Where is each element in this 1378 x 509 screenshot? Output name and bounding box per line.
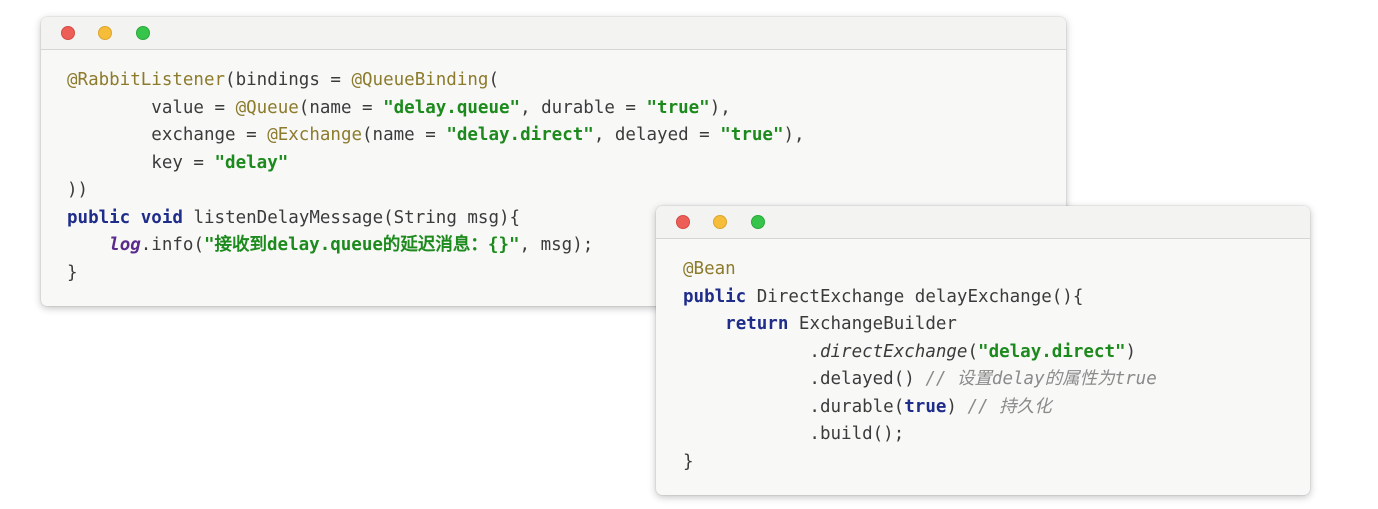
code-token: @QueueBinding <box>351 70 489 90</box>
window-titlebar <box>41 17 1066 50</box>
code-token: @Queue <box>235 97 299 118</box>
code-block: @Bean public DirectExchange delayExchange… <box>683 256 1157 476</box>
code-token: } <box>67 262 78 283</box>
code-token: // 持久化 <box>967 396 1052 417</box>
code-token: true <box>904 396 947 417</box>
code-token: ( <box>967 341 979 362</box>
code-line: @Bean <box>683 256 1157 284</box>
close-dot-icon <box>676 215 690 229</box>
code-token: void <box>140 207 183 228</box>
code-token: "delay.queue" <box>383 97 521 118</box>
close-dot-icon <box>61 26 75 40</box>
code-token: value = <box>67 97 236 118</box>
code-token: // 设置delay的属性为true <box>925 369 1157 389</box>
code-line: exchange = @Exchange(name = "delay.direc… <box>67 122 805 150</box>
code-token: (name = <box>362 125 447 145</box>
code-token: ( <box>488 70 499 90</box>
code-window-exchange-bean: @Bean public DirectExchange delayExchange… <box>656 206 1310 495</box>
code-token: "delay" <box>214 152 289 173</box>
code-line: .build(); <box>683 421 1157 449</box>
code-token: ) <box>1125 341 1137 362</box>
code-line: @RabbitListener(bindings = @QueueBinding… <box>67 67 805 95</box>
code-token: .durable( <box>683 396 905 417</box>
minimize-dot-icon <box>713 215 727 229</box>
code-token: ), <box>783 125 805 145</box>
code-line: return ExchangeBuilder <box>683 311 1157 339</box>
code-token: ), <box>709 97 731 118</box>
code-token: "delay.direct" <box>978 341 1126 362</box>
code-token: . <box>683 341 820 362</box>
code-token: public <box>683 286 747 307</box>
minimize-dot-icon <box>98 26 112 40</box>
code-token: (bindings = <box>225 70 352 90</box>
code-token: .info( <box>140 235 204 255</box>
code-token: return <box>725 314 789 334</box>
code-token: @Exchange <box>267 125 363 145</box>
code-token: , delayed = <box>593 125 721 145</box>
code-token: } <box>683 451 694 472</box>
code-line: value = @Queue(name = "delay.queue", dur… <box>67 95 805 123</box>
code-token: .build(); <box>683 424 905 444</box>
code-token: .delayed() <box>683 369 926 389</box>
maximize-dot-icon <box>751 215 765 229</box>
code-token: "delay.direct" <box>446 125 594 145</box>
code-line: )) <box>67 177 805 205</box>
code-line: .durable(true) // 持久化 <box>683 394 1157 422</box>
code-token: listenDelayMessage(String msg){ <box>182 207 521 228</box>
code-token: ) <box>946 396 968 417</box>
code-token: log <box>109 235 141 255</box>
code-token: directExchange <box>819 341 968 362</box>
code-token: @Bean <box>683 259 736 279</box>
code-token: , durable = <box>520 97 647 118</box>
window-titlebar <box>656 206 1310 239</box>
maximize-dot-icon <box>136 26 150 40</box>
code-token: "true" <box>646 97 710 118</box>
code-token: DirectExchange delayExchange(){ <box>746 286 1084 307</box>
code-token: exchange = <box>67 125 268 145</box>
code-line: .directExchange("delay.direct") <box>683 339 1157 367</box>
code-line: .delayed() // 设置delay的属性为true <box>683 366 1157 394</box>
code-line: key = "delay" <box>67 150 805 178</box>
code-token: @RabbitListener <box>67 70 226 90</box>
code-token: )) <box>67 180 89 200</box>
code-token: "true" <box>720 125 784 145</box>
code-line: } <box>683 449 1157 477</box>
code-token: public <box>67 207 131 228</box>
code-token: ExchangeBuilder <box>788 314 957 334</box>
code-token: (name = <box>298 97 384 118</box>
code-token: key = <box>67 152 215 173</box>
code-token: "接收到delay.queue的延迟消息：{}" <box>203 235 520 255</box>
code-token: , msg); <box>519 235 594 255</box>
code-line: public DirectExchange delayExchange(){ <box>683 284 1157 312</box>
